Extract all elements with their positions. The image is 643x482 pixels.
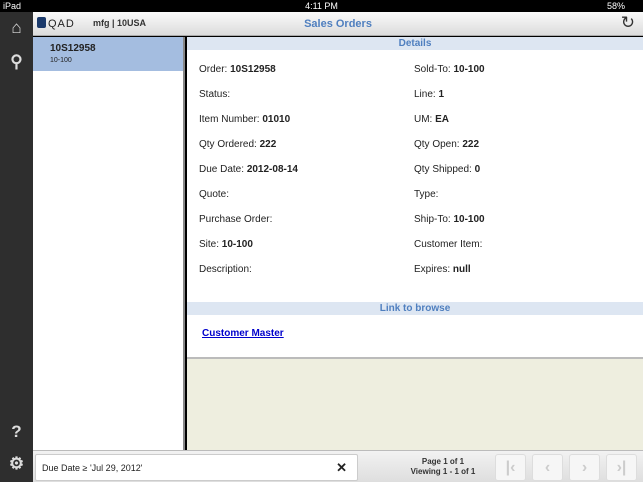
detail-field: Item Number: 01010 xyxy=(199,114,290,125)
filter-text: Due Date ≥ 'Jul 29, 2012' xyxy=(42,463,143,473)
field-label: Qty Open: xyxy=(414,139,460,150)
search-icon[interactable]: ⚲ xyxy=(0,52,33,72)
list-item-title: 10S12958 xyxy=(50,43,96,54)
detail-field: Expires: null xyxy=(414,264,471,275)
detail-field: UM: EA xyxy=(414,114,449,125)
detail-field: Qty Shipped: 0 xyxy=(414,164,480,175)
field-value: 1 xyxy=(438,89,445,100)
detail-field: Site: 10-100 xyxy=(199,239,253,250)
footer-bar: Due Date ≥ 'Jul 29, 2012' ✕ Page 1 of 1 … xyxy=(33,450,643,482)
status-bar: iPad 4:11 PM 58% xyxy=(0,0,643,12)
field-label: Type: xyxy=(414,189,439,200)
app-header: QAD mfg | 10USA Sales Orders ↻ xyxy=(33,12,643,36)
empty-area xyxy=(187,359,643,450)
customer-master-link[interactable]: Customer Master xyxy=(202,328,284,339)
detail-field: Line: 1 xyxy=(414,89,444,100)
detail-field: Sold-To: 10-100 xyxy=(414,64,485,75)
field-label: Order: xyxy=(199,64,228,75)
gear-icon[interactable]: ⚙ xyxy=(0,454,33,474)
battery-label: 58% xyxy=(606,1,625,11)
detail-field: Description: xyxy=(199,264,252,275)
viewing-label: Viewing 1 - 1 of 1 xyxy=(410,467,476,476)
field-label: Ship-To: xyxy=(414,214,451,225)
field-value: 10-100 xyxy=(221,239,253,250)
detail-field: Customer Item: xyxy=(414,239,482,250)
detail-field: Order: 10S12958 xyxy=(199,64,276,75)
clock: 4:11 PM xyxy=(305,1,338,11)
field-label: Customer Item: xyxy=(414,239,483,250)
field-value: 01010 xyxy=(262,114,291,125)
field-value: 222 xyxy=(462,139,480,150)
field-value: 10-100 xyxy=(453,214,485,225)
detail-field: Qty Open: 222 xyxy=(414,139,479,150)
details-header: Details xyxy=(187,37,643,50)
sidebar: ⌂ ⚲ ? ⚙ xyxy=(0,12,33,482)
list-item-subtitle: 10-100 xyxy=(50,57,72,64)
field-label: Qty Shipped: xyxy=(414,164,472,175)
field-value: EA xyxy=(435,114,450,125)
next-page-button[interactable]: › xyxy=(569,454,600,481)
field-value: null xyxy=(452,264,471,275)
field-value: 10S12958 xyxy=(230,64,276,75)
pagination-info: Page 1 of 1 Viewing 1 - 1 of 1 xyxy=(373,457,513,477)
first-page-button[interactable]: |‹ xyxy=(495,454,526,481)
field-label: Sold-To: xyxy=(414,64,451,75)
detail-field: Purchase Order: xyxy=(199,214,272,225)
field-label: Qty Ordered: xyxy=(199,139,257,150)
field-value: 0 xyxy=(474,164,481,175)
field-label: Item Number: xyxy=(199,114,260,125)
list-item[interactable]: 10S12958 10-100 xyxy=(33,37,183,71)
detail-field: Status: xyxy=(199,89,230,100)
field-label: Description: xyxy=(199,264,252,275)
browse-header: Link to browse xyxy=(187,302,643,315)
detail-field: Due Date: 2012-08-14 xyxy=(199,164,298,175)
details-panel: Details Order: 10S12958 Sold-To: 10-100 St… xyxy=(187,37,643,359)
detail-field: Qty Ordered: 222 xyxy=(199,139,276,150)
refresh-icon[interactable]: ↻ xyxy=(621,13,635,33)
last-page-button[interactable]: ›| xyxy=(606,454,637,481)
field-label: Line: xyxy=(414,89,436,100)
filter-field[interactable]: Due Date ≥ 'Jul 29, 2012' ✕ xyxy=(35,454,358,481)
help-icon[interactable]: ? xyxy=(0,422,33,442)
field-label: Site: xyxy=(199,239,220,250)
page-label: Page 1 of 1 xyxy=(421,457,465,466)
field-value: 222 xyxy=(259,139,277,150)
clear-filter-icon[interactable]: ✕ xyxy=(336,460,347,476)
field-value: 2012-08-14 xyxy=(246,164,298,175)
detail-field: Type: xyxy=(414,189,438,200)
field-label: UM: xyxy=(414,114,433,125)
detail-field: Quote: xyxy=(199,189,229,200)
page-title: Sales Orders xyxy=(304,18,372,30)
field-value: 10-100 xyxy=(453,64,485,75)
field-label: Quote: xyxy=(199,189,230,200)
field-label: Expires: xyxy=(414,264,451,275)
record-list: 10S12958 10-100 xyxy=(33,37,185,450)
detail-field: Ship-To: 10-100 xyxy=(414,214,485,225)
field-label: Status: xyxy=(199,89,231,100)
details-grid: Order: 10S12958 Sold-To: 10-100 Status: Li… xyxy=(187,50,643,315)
field-label: Due Date: xyxy=(199,164,245,175)
prev-page-button[interactable]: ‹ xyxy=(532,454,563,481)
field-label: Purchase Order: xyxy=(199,214,273,225)
home-icon[interactable]: ⌂ xyxy=(0,18,33,38)
